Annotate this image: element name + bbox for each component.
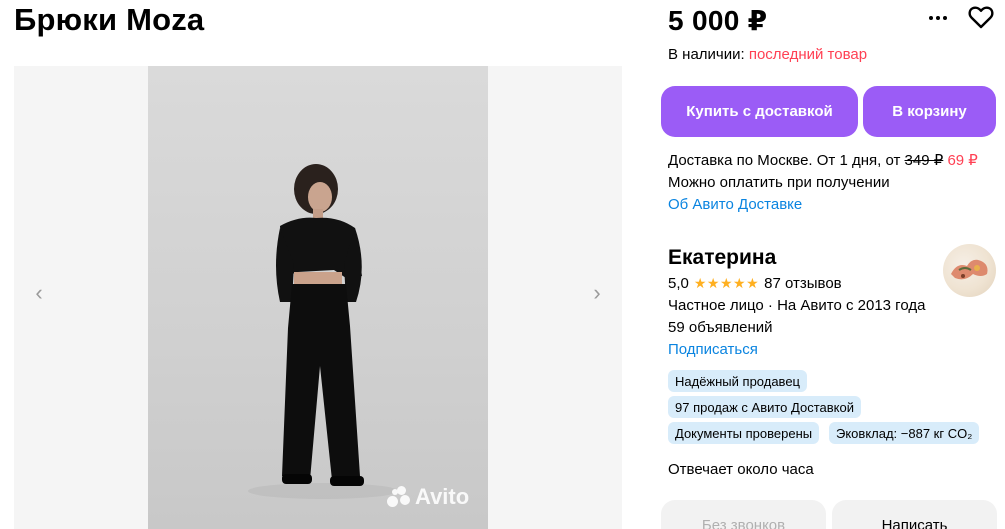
availability: В наличии: последний товар (668, 46, 867, 63)
write-message-button[interactable]: Написать (832, 500, 997, 529)
availability-label: В наличии: (668, 46, 745, 63)
more-dots-icon[interactable] (926, 6, 950, 30)
price: 5 000 ₽ (668, 5, 768, 36)
delivery-text: Доставка по Москве. От 1 дня, от (668, 152, 901, 169)
delivery-new-price: 69 ₽ (947, 152, 978, 169)
product-photo[interactable] (148, 66, 488, 529)
gallery-next-button[interactable]: › (584, 278, 610, 308)
no-calls-button: Без звонков (661, 500, 826, 529)
seller-type: Частное лицо · На Авито с 2013 года (668, 297, 926, 314)
watermark-text: Avito (415, 484, 470, 509)
product-photo-figure (248, 164, 398, 499)
buy-with-delivery-button[interactable]: Купить с доставкой (661, 86, 858, 137)
delivery-line: Доставка по Москве. От 1 дня, от 349 ₽ 6… (668, 150, 978, 172)
avatar[interactable] (943, 244, 996, 297)
badge-reliable-seller: Надёжный продавец (668, 370, 807, 392)
seller-ads-count[interactable]: 59 объявлений (668, 319, 773, 336)
badge-eco-contribution: Эковклад: −887 кг CO₂ (829, 422, 980, 444)
badge-documents-verified: Документы проверены (668, 422, 820, 444)
subscribe-link[interactable]: Подписаться (668, 341, 758, 358)
gallery-prev-button[interactable]: ‹ (26, 278, 52, 308)
delivery-info: Доставка по Москве. От 1 дня, от 349 ₽ 6… (668, 150, 978, 216)
badge-delivery-sales: 97 продаж с Авито Доставкой (668, 396, 861, 418)
delivery-old-price: 349 ₽ (904, 152, 944, 169)
response-time: Отвечает около часа (668, 461, 814, 478)
avito-logo-icon (387, 486, 411, 508)
avito-watermark: Avito (387, 484, 469, 510)
star-icon: ★★★★★ (693, 275, 760, 291)
payment-on-receipt: Можно оплатить при получении (668, 174, 890, 191)
about-delivery-link[interactable]: Об Авито Доставке (668, 194, 978, 216)
seller-name[interactable]: Екатерина (668, 246, 776, 270)
availability-value: последний товар (748, 46, 868, 63)
heart-icon[interactable] (967, 3, 995, 31)
photo-gallery[interactable]: ‹ › Avito (14, 66, 622, 529)
add-to-cart-button[interactable]: В корзину (863, 86, 996, 137)
seller-rating[interactable]: 5,0 ★★★★★ 87 отзывов (668, 275, 842, 292)
rating-value: 5,0 (668, 275, 689, 292)
listing-title: Брюки Moza (14, 2, 205, 37)
avatar-image (951, 259, 988, 280)
reviews-count: 87 отзывов (764, 275, 842, 292)
